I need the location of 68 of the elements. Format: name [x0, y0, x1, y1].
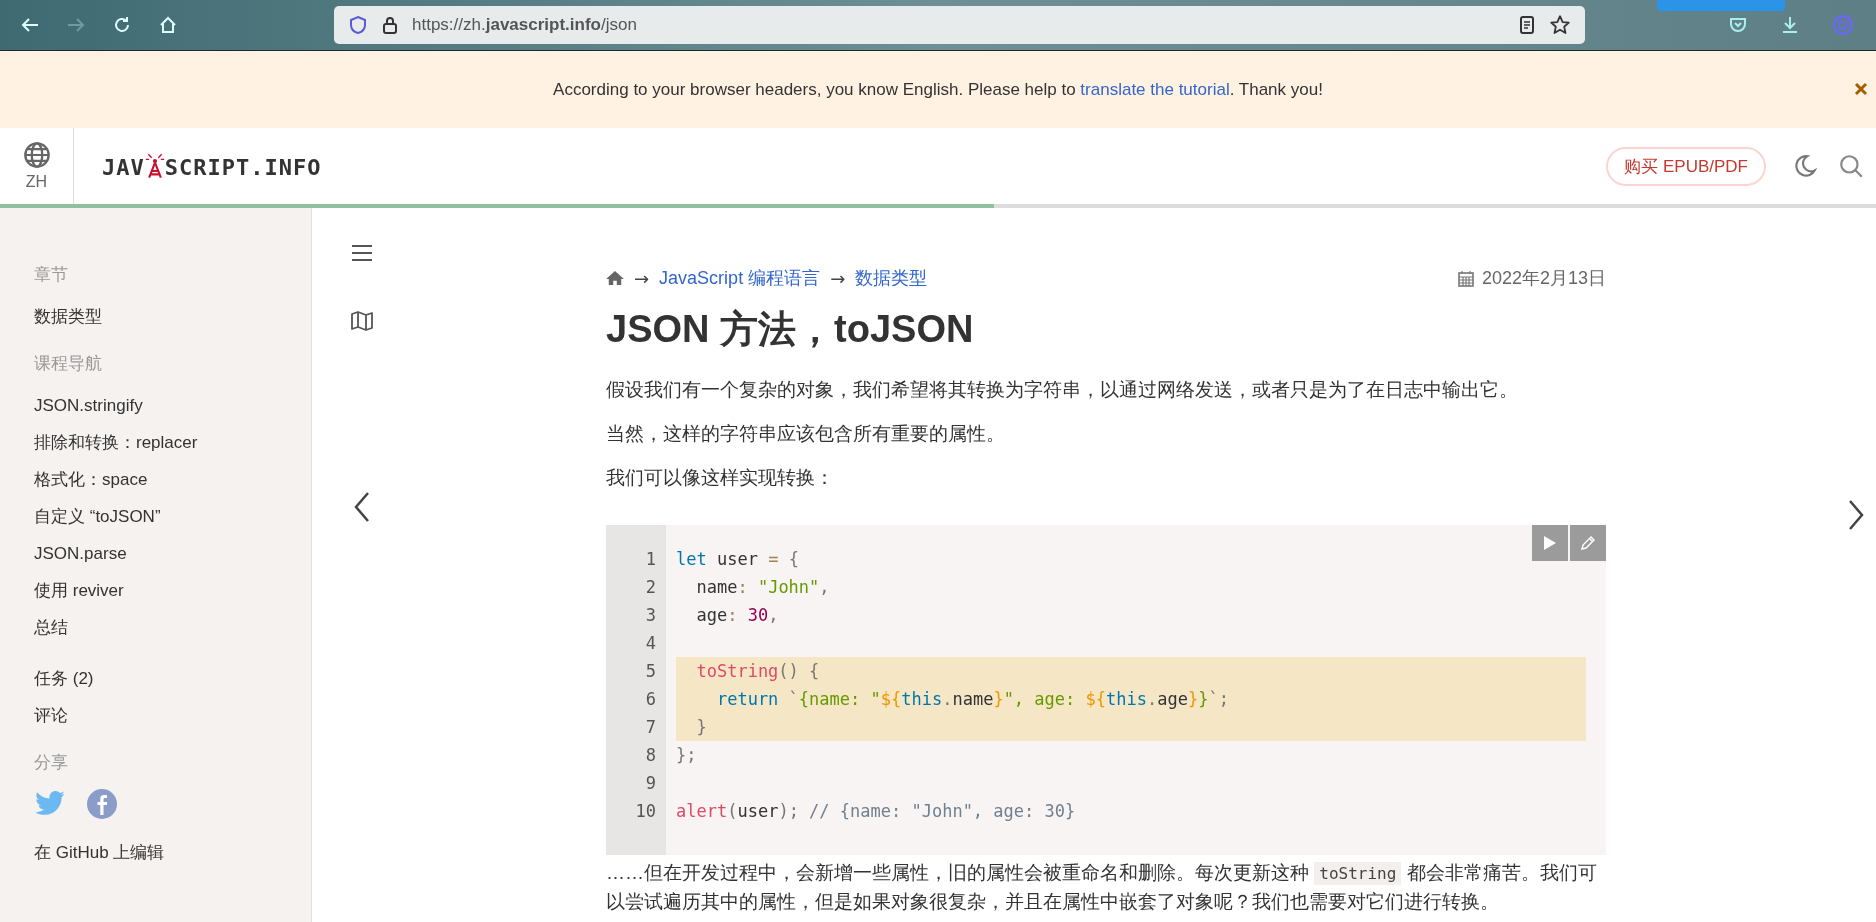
sidebar-link[interactable]: 总结 [34, 609, 68, 646]
article-date: 2022年2月13日 [1481, 267, 1606, 290]
site-logo[interactable]: JAV SCRIPT.INFO [102, 151, 322, 181]
paragraph: 当然，这样的字符串应该包含所有重要的属性。 [606, 422, 1006, 446]
line-number: 7 [644, 716, 657, 739]
sidebar-link[interactable]: 任务 (2) [34, 660, 94, 697]
search-icon[interactable] [1838, 153, 1864, 179]
breadcrumb-link[interactable]: JavaScript 编程语言 [659, 266, 821, 290]
line-number: 1 [644, 548, 657, 571]
reload-icon[interactable] [112, 15, 132, 35]
reader-view-icon[interactable] [1517, 15, 1537, 35]
globe-icon [22, 141, 51, 169]
code-line: alert(user); // {name: "John", age: 30} [676, 800, 1077, 823]
code-line: }; [676, 744, 698, 767]
edit-button[interactable] [1570, 525, 1606, 561]
breadcrumb-separator: → [830, 267, 846, 289]
home-icon[interactable] [606, 270, 624, 286]
line-number: 6 [644, 688, 657, 711]
sidebar-link[interactable]: 数据类型 [34, 298, 102, 335]
line-number: 3 [644, 604, 657, 627]
translate-link[interactable]: translate the tutorial [1080, 79, 1230, 99]
close-icon[interactable] [1854, 82, 1868, 96]
home-icon[interactable] [158, 15, 178, 35]
paragraph: 我们可以像这样实现转换： [606, 466, 835, 490]
play-icon [1543, 535, 1557, 551]
shield-icon [348, 15, 368, 35]
section-heading: 章节 [34, 264, 68, 286]
facebook-icon[interactable] [86, 788, 118, 820]
sidebar-link[interactable]: 自定义 “toJSON” [34, 498, 161, 535]
sidebar-link[interactable]: 使用 reviver [34, 572, 124, 609]
section-heading: 分享 [34, 752, 68, 774]
buy-epub-button[interactable]: 购买 EPUB/PDF [1606, 146, 1766, 186]
calendar-icon [1457, 269, 1474, 287]
lock-icon [380, 15, 400, 35]
sidebar-link[interactable]: JSON.stringify [34, 387, 143, 424]
code-line: name: "John", [695, 576, 831, 599]
breadcrumb-separator: → [634, 267, 650, 289]
code-line: let user = { [676, 548, 800, 571]
url-text: https://zh.javascript.info/json [412, 15, 637, 35]
notice-text: According to your browser headers, you know English. Please help to translate the tutorial. Thank you! [553, 79, 1323, 100]
line-number: 10 [634, 800, 657, 823]
paragraph: ……但在开发过程中，会新增一些属性，旧的属性会被重命名和删除。每次更新这种 toString 都会非常痛苦。我们可以尝试遍历其中的属性，但是如果对象很复杂，并且在属性中嵌套了对象呢？我们也需要对它们进行转换。 [606, 861, 1598, 914]
paragraph: 假设我们有一个复杂的对象，我们希望将其转换为字符串，以通过网络发送，或者只是为了在日志中输出它。 [606, 378, 1519, 402]
map-icon[interactable] [350, 309, 374, 333]
sidebar-link[interactable]: 排除和转换：replacer [34, 424, 198, 461]
inline-code: toString [1314, 862, 1402, 885]
section-heading: 课程导航 [34, 353, 102, 375]
download-icon[interactable] [1780, 15, 1800, 35]
run-button[interactable] [1532, 525, 1568, 561]
address-bar[interactable]: https://zh.javascript.info/json [334, 6, 1585, 44]
sidebar-link[interactable]: JSON.parse [34, 535, 127, 572]
line-number: 8 [644, 744, 657, 767]
sidebar-link[interactable]: 格式化：space [34, 461, 148, 498]
moon-icon[interactable] [1792, 153, 1818, 179]
line-number: 9 [644, 772, 657, 795]
pencil-icon [1580, 535, 1596, 551]
tower-icon [144, 151, 165, 181]
line-number: 2 [644, 576, 657, 599]
star-icon[interactable] [1549, 14, 1571, 36]
sidebar-link[interactable]: 评论 [34, 697, 68, 734]
line-number: 4 [644, 632, 657, 655]
code-line: age: 30, [695, 604, 780, 627]
article-title: JSON 方法，toJSON [606, 307, 975, 352]
breadcrumb-link[interactable]: 数据类型 [855, 266, 928, 290]
line-number: 5 [644, 660, 657, 683]
language-code: ZH [25, 173, 48, 191]
pocket-icon[interactable] [1728, 15, 1748, 35]
edit-on-github-link[interactable]: 在 GitHub 上编辑 [34, 834, 165, 871]
